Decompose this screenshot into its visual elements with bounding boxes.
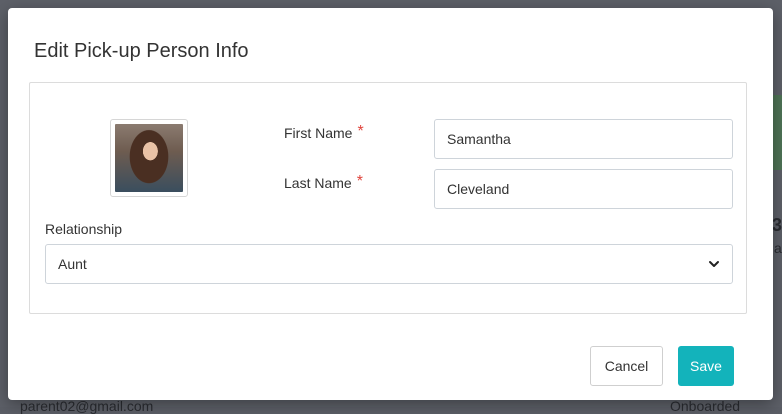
- background-number: 3: [772, 215, 782, 235]
- background-status: Onboarded: [670, 398, 741, 414]
- background-letter: a: [774, 240, 782, 256]
- form-card: First Name * Samantha Last Name * Clevelan…: [29, 82, 747, 314]
- relationship-select[interactable]: Aunt: [45, 244, 733, 284]
- last-name-input[interactable]: Cleveland: [434, 169, 733, 209]
- last-name-label-text: Last Name: [284, 175, 352, 191]
- edit-pickup-person-modal: Edit Pick-up Person Info First Name * Sam…: [8, 8, 773, 400]
- first-name-label: First Name *: [284, 123, 364, 143]
- modal-title: Edit Pick-up Person Info: [34, 40, 249, 62]
- background-email: parent02@gmail.com: [20, 398, 154, 414]
- first-name-label-text: First Name: [284, 125, 353, 141]
- person-photo-image: [115, 124, 183, 192]
- pickup-person-photo[interactable]: [110, 119, 188, 197]
- chevron-down-icon: [709, 261, 719, 267]
- required-asterisk: *: [356, 173, 363, 190]
- save-button[interactable]: Save: [678, 346, 734, 386]
- last-name-label: Last Name *: [284, 173, 363, 193]
- relationship-label: Relationship: [45, 221, 123, 237]
- cancel-button[interactable]: Cancel: [590, 346, 663, 386]
- first-name-input[interactable]: Samantha: [434, 119, 733, 159]
- relationship-selected-value: Aunt: [58, 256, 87, 272]
- required-asterisk: *: [357, 123, 364, 140]
